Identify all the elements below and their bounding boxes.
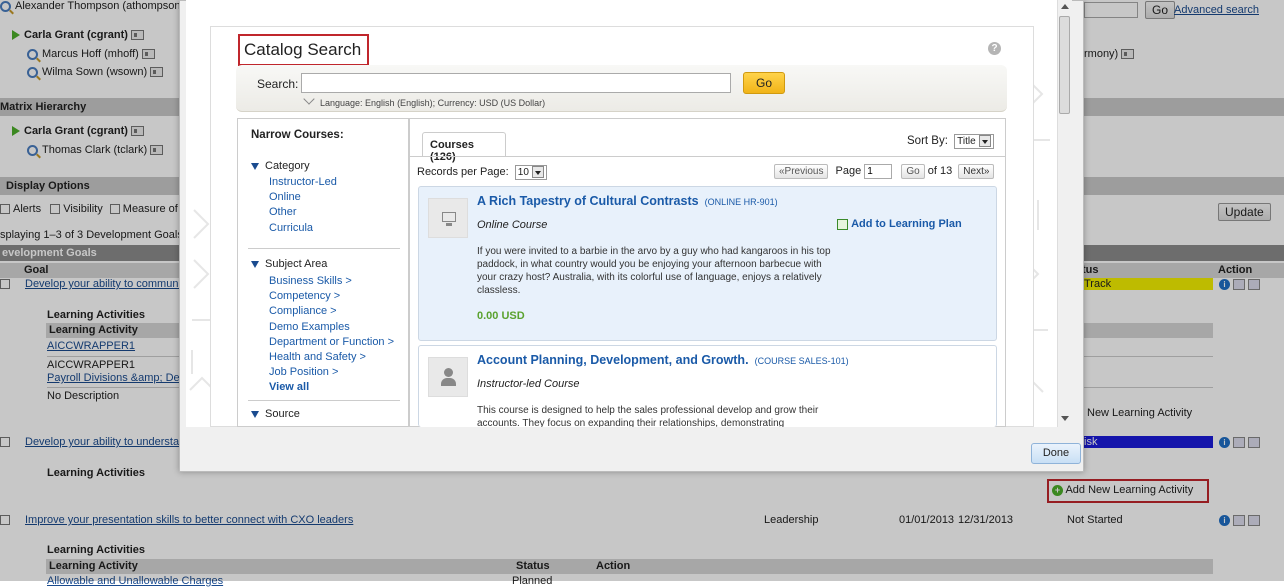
category-list: Instructor-Led Online Other Curricula — [238, 175, 408, 236]
page-go-button[interactable]: Go — [901, 164, 925, 179]
collapse-triangle-icon[interactable] — [251, 260, 259, 268]
subject-item-demo-examples[interactable]: Demo Examples — [238, 320, 408, 335]
page-count: of 13 — [927, 165, 953, 177]
category-item-curricula[interactable]: Curricula — [238, 221, 408, 236]
collapse-triangle-icon[interactable] — [251, 410, 259, 418]
facet-label: Source — [265, 408, 300, 420]
next-button[interactable]: Next» — [958, 164, 995, 179]
course-code: (COURSE SALES-101) — [754, 356, 849, 366]
subject-item-business-skills[interactable]: Business Skills > — [238, 274, 408, 289]
search-label: Search: — [257, 77, 299, 91]
catalog-search-title: Catalog Search — [238, 34, 369, 66]
language-currency-info[interactable]: Language: English (English); Currency: U… — [303, 93, 546, 108]
search-go-button[interactable]: Go — [743, 72, 785, 94]
checklist-icon — [837, 218, 848, 230]
scroll-up-icon[interactable] — [1061, 4, 1069, 9]
subject-item-department[interactable]: Department or Function > — [238, 335, 408, 350]
course-price: 0.00 USD — [477, 310, 525, 322]
divider — [248, 400, 400, 401]
records-per-page-select[interactable]: 10 — [514, 165, 547, 180]
course-description: This course is designed to help the sale… — [477, 405, 819, 427]
page-label: Page — [835, 165, 862, 177]
tab-underline — [410, 156, 1005, 157]
person-icon — [444, 368, 453, 377]
dropdown-arrow-icon[interactable] — [531, 166, 544, 179]
course-description: If you were invited to a barbie in the a… — [477, 246, 831, 296]
catalog-search-input[interactable] — [301, 73, 731, 93]
subject-item-compliance[interactable]: Compliance > — [238, 304, 408, 319]
divider — [248, 248, 400, 249]
facet-label: Subject Area — [265, 258, 328, 270]
select-value: Title — [957, 136, 976, 147]
course-code: (ONLINE HR-901) — [704, 197, 778, 207]
select-value: 10 — [517, 167, 529, 178]
category-item-instructor-led[interactable]: Instructor-Led — [238, 175, 408, 190]
category-facet[interactable]: Category — [251, 160, 310, 172]
course-title[interactable]: A Rich Tapestry of Cultural Contrasts — [477, 194, 699, 208]
facet-label: Category — [265, 160, 310, 172]
done-button[interactable]: Done — [1031, 443, 1081, 464]
monitor-stand — [446, 223, 452, 226]
sort-by-select[interactable]: Title — [954, 134, 994, 149]
course-card[interactable]: A Rich Tapestry of Cultural Contrasts (O… — [418, 186, 997, 341]
category-item-other[interactable]: Other — [238, 205, 408, 220]
previous-button[interactable]: «Previous — [774, 164, 829, 179]
view-all-link[interactable]: View all — [238, 380, 408, 395]
narrow-courses-panel: Narrow Courses: Category Instructor-Led … — [237, 118, 409, 427]
subject-item-competency[interactable]: Competency > — [238, 289, 408, 304]
course-title-row: A Rich Tapestry of Cultural Contrasts (O… — [477, 194, 778, 208]
course-card[interactable]: Account Planning, Development, and Growt… — [418, 345, 997, 427]
scrollbar-thumb[interactable] — [1059, 16, 1070, 114]
course-title-row: Account Planning, Development, and Growt… — [477, 353, 849, 367]
collapse-triangle-icon[interactable] — [251, 162, 259, 170]
dropdown-arrow-icon[interactable] — [978, 135, 991, 148]
add-to-learning-plan-button[interactable]: Add to Learning Plan — [837, 218, 962, 230]
course-title[interactable]: Account Planning, Development, and Growt… — [477, 353, 749, 367]
category-item-online[interactable]: Online — [238, 190, 408, 205]
scroll-down-icon[interactable] — [1061, 416, 1069, 421]
sort-by-label: Sort By: — [907, 135, 948, 147]
person-body — [441, 378, 456, 386]
subject-item-job-position[interactable]: Job Position > — [238, 365, 408, 380]
records-per-page: Records per Page: 10 — [417, 165, 547, 180]
subject-item-health-safety[interactable]: Health and Safety > — [238, 350, 408, 365]
narrow-courses-title: Narrow Courses: — [251, 129, 344, 141]
sort-by: Sort By: Title — [907, 134, 994, 149]
page-number-input[interactable] — [864, 164, 893, 179]
subject-list: Business Skills > Competency > Complianc… — [238, 274, 408, 396]
monitor-icon — [442, 212, 456, 222]
course-thumbnail — [428, 357, 468, 397]
course-type: Online Course — [477, 219, 548, 231]
subject-area-facet[interactable]: Subject Area — [251, 258, 327, 270]
course-type: Instructor-led Course — [477, 378, 580, 390]
button-label: Add to Learning Plan — [851, 218, 962, 230]
pager: «Previous Page Go of 13 Next» — [774, 164, 995, 179]
records-label: Records per Page: — [417, 166, 509, 178]
source-facet[interactable]: Source — [251, 408, 300, 420]
help-icon[interactable]: ? — [988, 42, 1001, 55]
language-info-text: Language: English (English); Currency: U… — [320, 98, 546, 108]
course-thumbnail — [428, 198, 468, 238]
tab-courses[interactable]: Courses (126) — [422, 132, 506, 163]
